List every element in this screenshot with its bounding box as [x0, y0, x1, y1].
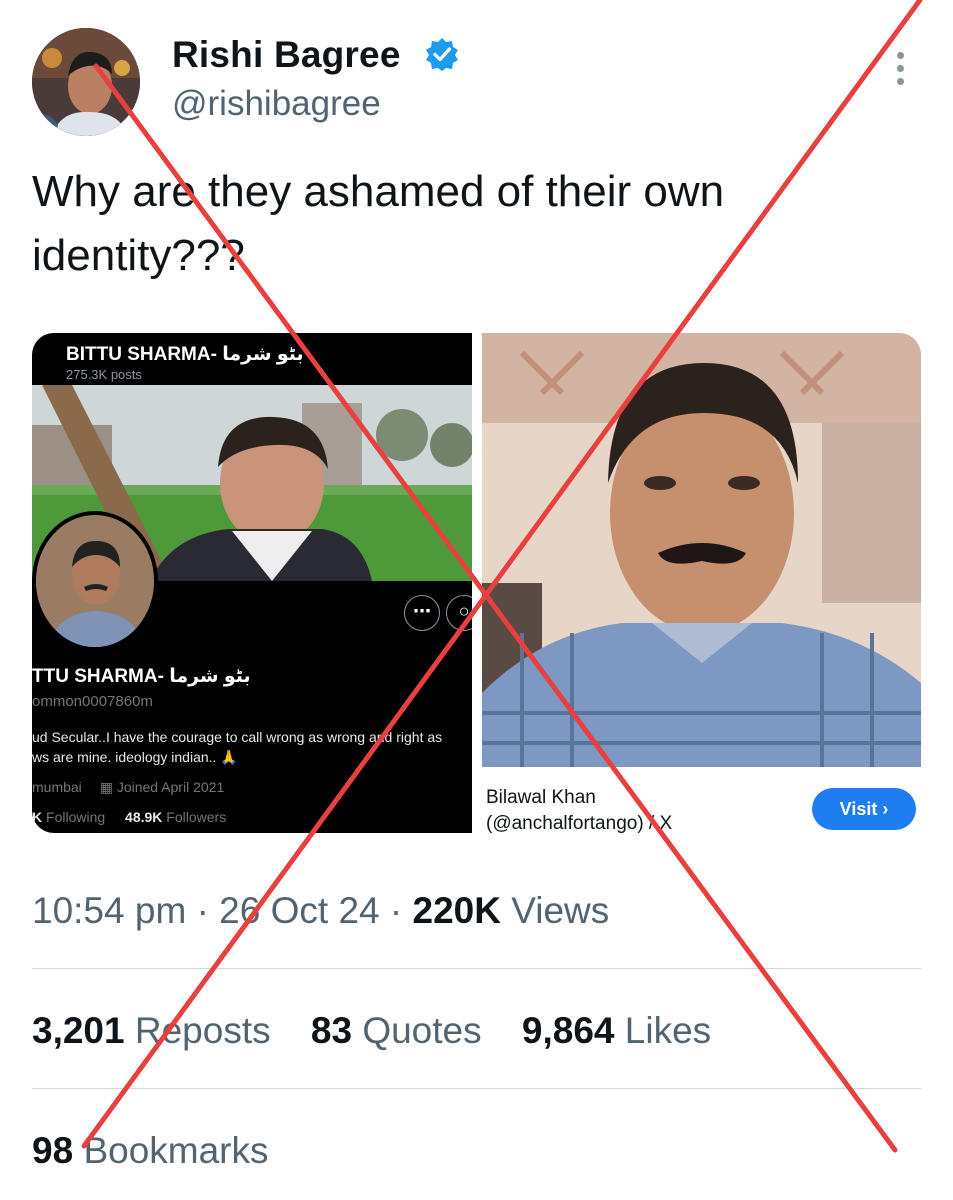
screenshot-search-icon: ○ [446, 595, 472, 631]
screenshot-profile-location: mumbai ▦ Joined April 2021 [32, 779, 225, 795]
reposts-stat[interactable]: 3,201 Reposts [32, 1010, 271, 1051]
screenshot-profile-name: TTU SHARMA- بٹو شرما [32, 666, 251, 687]
portrait-photo [482, 333, 921, 767]
link-card-subtitle[interactable]: (@anchalfortango) / X [486, 813, 672, 833]
tweet-text: Why are they ashamed of their own identi… [32, 167, 725, 280]
media-image-right[interactable]: Bilawal Khan (@anchalfortango) / X Visit… [482, 333, 921, 833]
bookmarks-stat[interactable]: 98 Bookmarks [32, 1130, 269, 1172]
media-image-left[interactable]: BITTU SHARMA- بٹو شرما 275.3K posts ⋯ ○ … [32, 333, 472, 833]
screenshot-profile-stats: K Following 48.9K Followers [32, 809, 227, 825]
quotes-stat[interactable]: 83 Quotes [311, 1010, 482, 1051]
screenshot-posts-count: 275.3K posts [66, 367, 142, 382]
calendar-icon: ▦ [99, 779, 113, 795]
screenshot-profile-bio: ud Secular..I have the courage to call w… [32, 729, 443, 765]
visit-button[interactable]: Visit › [812, 788, 916, 830]
screenshot-profile-header-name: BITTU SHARMA- بٹو شرما [66, 344, 304, 365]
divider [32, 968, 921, 969]
views-label: Views [511, 890, 610, 931]
divider [32, 1088, 921, 1089]
screenshot-profile-handle: ommon0007860m [32, 693, 153, 710]
tweet-date: 26 Oct 24 [219, 890, 380, 931]
link-card-title[interactable]: Bilawal Khan [486, 787, 596, 809]
author-name[interactable]: Rishi Bagree [172, 34, 401, 76]
tweet-time: 10:54 pm [32, 890, 187, 931]
engagement-stats: 3,201 Reposts 83 Quotes 9,864 Likes [32, 1010, 711, 1052]
tweet-timestamp-views[interactable]: 10:54 pm · 26 Oct 24 · 220K Views [32, 890, 609, 932]
verified-badge-icon [424, 36, 460, 72]
screenshot-profile-photo [32, 511, 158, 651]
likes-stat[interactable]: 9,864 Likes [522, 1010, 711, 1051]
author-handle[interactable]: @rishibagree [172, 84, 381, 124]
views-count: 220K [412, 890, 501, 931]
author-avatar[interactable] [32, 28, 140, 136]
more-options-icon[interactable] [888, 52, 912, 92]
screenshot-more-icon: ⋯ [404, 595, 440, 631]
